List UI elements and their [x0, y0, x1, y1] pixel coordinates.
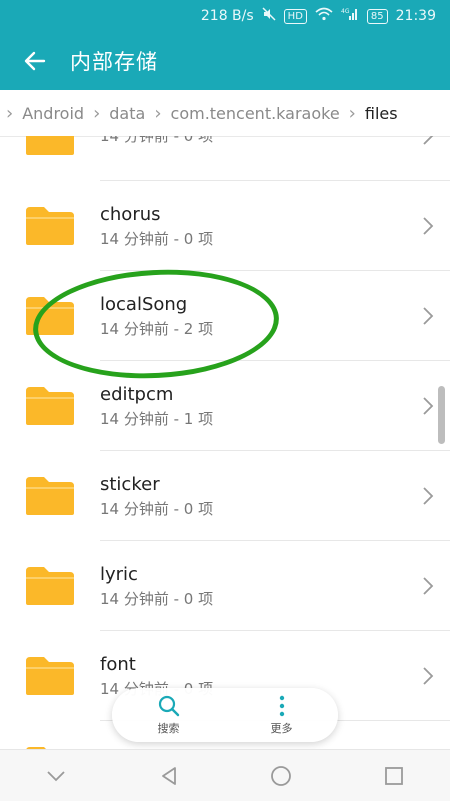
- folder-icon: [26, 477, 74, 515]
- list-item[interactable]: lyric 14 分钟前 - 0 项: [0, 541, 450, 631]
- nav-home-button[interactable]: [251, 750, 311, 801]
- circle-home-icon: [271, 765, 292, 786]
- system-nav-bar: [0, 749, 450, 801]
- triangle-back-icon: [161, 766, 176, 785]
- list-item[interactable]: 14 分钟前 - 0 项: [0, 136, 450, 181]
- folder-icon: [26, 567, 74, 605]
- square-recents-icon: [384, 766, 403, 785]
- folder-name: editpcm: [100, 384, 174, 405]
- breadcrumb: › Android › data › com.tencent.karaoke ›…: [0, 90, 450, 137]
- chevron-right-icon: [406, 306, 450, 326]
- folder-icon: [26, 136, 74, 155]
- folder-meta: 14 分钟前 - 2 项: [100, 320, 214, 338]
- chevron-right-icon: ›: [6, 102, 14, 124]
- folder-icon: [26, 207, 74, 245]
- folder-icon: [26, 387, 74, 425]
- folder-icon: [26, 297, 74, 335]
- nav-recents-button[interactable]: [364, 750, 424, 801]
- folder-meta: 14 分钟前 - 0 项: [100, 500, 214, 518]
- folder-meta: 14 分钟前 - 1 项: [100, 410, 214, 428]
- chevron-down-icon: [47, 770, 65, 781]
- search-button[interactable]: 搜索: [157, 694, 181, 736]
- folder-name: chorus: [100, 204, 161, 225]
- network-speed: 218 B/s: [200, 8, 254, 24]
- nav-hide-button[interactable]: [26, 750, 86, 801]
- list-item[interactable]: sticker 14 分钟前 - 0 项: [0, 451, 450, 541]
- more-label: 更多: [270, 722, 293, 735]
- breadcrumb-item-karaoke[interactable]: com.tencent.karaoke: [168, 104, 343, 123]
- wifi-icon: [315, 7, 333, 25]
- chevron-right-icon: [406, 486, 450, 506]
- arrow-left-icon: [24, 51, 46, 71]
- cell-signal-icon: 4G: [341, 7, 359, 25]
- folder-meta: 14 分钟前 - 0 项: [100, 590, 214, 608]
- app-bar: 内部存储: [0, 32, 450, 90]
- page-title: 内部存储: [70, 50, 158, 74]
- folder-name: lyric: [100, 564, 138, 585]
- list-item[interactable]: chorus 14 分钟前 - 0 项: [0, 181, 450, 271]
- nav-back-button[interactable]: [139, 750, 199, 801]
- folder-name: sticker: [100, 474, 160, 495]
- back-button[interactable]: [0, 32, 70, 90]
- chevron-right-icon: [406, 136, 450, 146]
- chevron-right-icon: [406, 216, 450, 236]
- breadcrumb-item-files[interactable]: files: [362, 104, 401, 123]
- chevron-right-icon: ›: [348, 102, 356, 124]
- folder-name: localSong: [100, 294, 188, 315]
- more-vertical-icon: [279, 695, 284, 717]
- hd-badge: HD: [283, 8, 307, 24]
- chevron-right-icon: ›: [154, 102, 162, 124]
- folder-meta: 14 分钟前 - 0 项: [100, 136, 214, 145]
- clock: 21:39: [395, 8, 436, 24]
- breadcrumb-item-data[interactable]: data: [106, 104, 148, 123]
- svg-text:4G: 4G: [341, 8, 350, 15]
- chevron-right-icon: [406, 576, 450, 596]
- folder-meta: 14 分钟前 - 0 项: [100, 230, 214, 248]
- search-icon: [158, 695, 179, 717]
- more-button[interactable]: 更多: [270, 694, 294, 736]
- list-item[interactable]: localSong 14 分钟前 - 2 项: [0, 271, 450, 361]
- chevron-right-icon: [406, 666, 450, 686]
- breadcrumb-item-android[interactable]: Android: [19, 104, 87, 123]
- status-bar: 218 B/s HD 4G 85 21:39: [0, 0, 450, 32]
- search-label: 搜索: [157, 722, 180, 735]
- scrollbar[interactable]: [438, 386, 445, 444]
- floating-action-bar: 搜索 更多: [112, 688, 338, 742]
- list-item[interactable]: editpcm 14 分钟前 - 1 项: [0, 361, 450, 451]
- mute-icon: [262, 7, 276, 25]
- folder-name: font: [100, 654, 136, 675]
- folder-list: 14 分钟前 - 0 项 chorus 14 分钟前 - 0 项 localSon…: [0, 136, 450, 749]
- battery-icon: 85: [366, 8, 388, 24]
- chevron-right-icon: ›: [93, 102, 101, 124]
- folder-icon: [26, 657, 74, 695]
